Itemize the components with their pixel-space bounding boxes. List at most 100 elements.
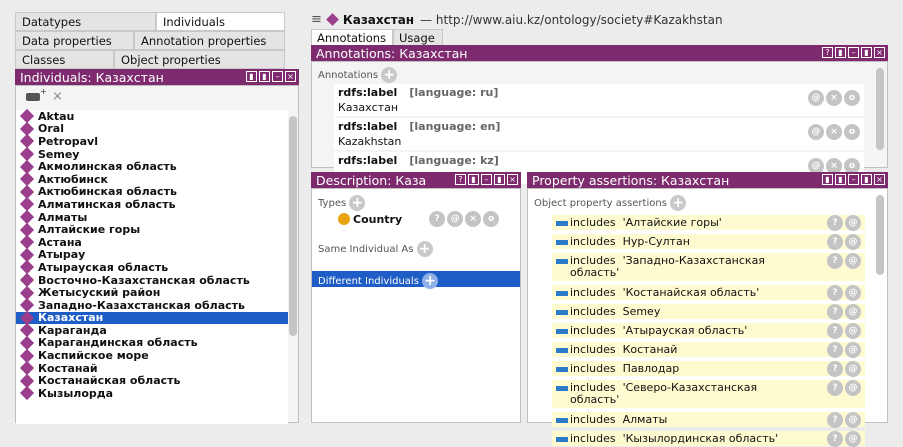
- help-icon[interactable]: ?: [827, 361, 843, 377]
- property-assertion-row[interactable]: includes 'Алтайские горы' ? @: [552, 215, 865, 231]
- add-same-individual-button[interactable]: +: [416, 241, 433, 257]
- help-icon[interactable]: ?: [827, 304, 843, 320]
- property-window-controls[interactable]: ▮ ▮ – ▮ ×: [822, 174, 885, 185]
- annotate-icon[interactable]: @: [845, 304, 861, 320]
- list-item[interactable]: Караганда: [16, 323, 288, 338]
- tab-classes[interactable]: Classes: [15, 50, 114, 69]
- edit-icon[interactable]: o: [483, 211, 500, 227]
- list-item[interactable]: Каспийское море: [16, 348, 288, 363]
- list-item[interactable]: Костанай: [16, 361, 288, 376]
- list-item[interactable]: Костанайская область: [16, 373, 288, 388]
- help-icon[interactable]: ?: [827, 380, 843, 396]
- delete-icon[interactable]: ×: [826, 124, 842, 140]
- annotate-icon[interactable]: @: [845, 342, 861, 358]
- help-icon[interactable]: ?: [429, 211, 446, 227]
- annotate-icon[interactable]: @: [845, 431, 861, 447]
- add-type-button[interactable]: +: [349, 195, 366, 211]
- list-item[interactable]: Атырауская область: [16, 260, 288, 275]
- help-icon[interactable]: ?: [827, 342, 843, 358]
- different-individuals-section[interactable]: Different Individuals +: [312, 271, 520, 289]
- list-item[interactable]: Карагандинская область: [16, 335, 288, 351]
- help-icon[interactable]: ?: [827, 253, 843, 269]
- tab-annotation-properties[interactable]: Annotation properties: [134, 31, 285, 50]
- tab-individuals[interactable]: Individuals: [156, 12, 285, 31]
- individuals-scrollbar[interactable]: [289, 116, 297, 336]
- list-item[interactable]: Жетысуский район: [16, 285, 288, 300]
- help-icon[interactable]: ?: [827, 234, 843, 250]
- property-assertion-row[interactable]: includes Павлодар ? @: [552, 361, 865, 377]
- list-item[interactable]: Казахстан: [16, 310, 288, 325]
- list-item[interactable]: Petropavl: [16, 134, 288, 149]
- menu-icon[interactable]: ≡: [311, 12, 322, 27]
- individuals-panel: + ⨯ Aktau Oral Petropavl Semey Акмолинская о…: [15, 85, 299, 424]
- list-item[interactable]: Актюбинск: [16, 172, 288, 187]
- list-item-label: Атырауская область: [38, 260, 169, 274]
- help-icon[interactable]: ?: [827, 285, 843, 301]
- tab-annotations[interactable]: Annotations: [311, 29, 393, 46]
- property-assertion-row[interactable]: includes 'Костанайская область' ? @: [552, 285, 865, 301]
- list-item[interactable]: Астана: [16, 235, 288, 250]
- delete-individual-icon[interactable]: ⨯: [52, 89, 63, 104]
- list-item[interactable]: Aktau: [16, 109, 288, 124]
- annotate-icon[interactable]: @: [845, 412, 861, 428]
- property-assertion-row[interactable]: includes 'Западно-Казахстанская область' …: [552, 253, 865, 281]
- add-individual-icon[interactable]: [26, 93, 40, 101]
- annotate-icon[interactable]: @: [808, 90, 824, 106]
- property-scrollbar[interactable]: [876, 195, 884, 275]
- property-assertion-row[interactable]: includes 'Северо-Казахстанская область' ?…: [552, 380, 865, 408]
- add-different-individual-button[interactable]: +: [422, 273, 439, 289]
- annotate-icon[interactable]: @: [845, 285, 861, 301]
- property-assertion-row[interactable]: includes Semey ? @: [552, 304, 865, 320]
- edit-icon[interactable]: o: [844, 124, 860, 140]
- list-item[interactable]: Semey: [16, 147, 288, 162]
- annotations-window-controls[interactable]: ? ▮ – ▮ ×: [822, 47, 885, 58]
- object-property-icon: [556, 310, 568, 315]
- annotate-icon[interactable]: @: [845, 215, 861, 231]
- help-icon[interactable]: ?: [827, 431, 843, 447]
- panel-window-controls[interactable]: ▮ ▮ – ×: [246, 71, 296, 82]
- list-item[interactable]: Актюбинская область: [16, 184, 288, 199]
- property-assertion-row[interactable]: includes 'Атырауская область' ? @: [552, 323, 865, 339]
- list-item[interactable]: Акмолинская область: [16, 159, 288, 174]
- list-item[interactable]: Кызылорда: [16, 386, 288, 401]
- property-assertion-row[interactable]: includes Нур-Султан ? @: [552, 234, 865, 250]
- annotate-icon[interactable]: @: [845, 253, 861, 269]
- annotate-icon[interactable]: @: [447, 211, 464, 227]
- assertion-property: includes: [570, 324, 616, 337]
- list-item[interactable]: Восточно-Казахстанская область: [16, 272, 288, 288]
- annotate-icon[interactable]: @: [845, 380, 861, 396]
- list-item[interactable]: Алматинская область: [16, 197, 288, 212]
- object-property-icon: [556, 291, 568, 296]
- description-window-controls[interactable]: ? ▮ – ▮ ×: [455, 174, 518, 185]
- list-item[interactable]: Алтайские горы: [16, 222, 288, 237]
- tab-object-properties[interactable]: Object properties: [114, 50, 285, 69]
- help-icon[interactable]: ?: [827, 215, 843, 231]
- edit-icon[interactable]: o: [844, 90, 860, 106]
- individual-icon: [326, 13, 339, 26]
- help-icon[interactable]: ?: [827, 412, 843, 428]
- individuals-panel-title: Individuals: Казахстан ▮ ▮ – ×: [15, 69, 299, 85]
- property-assertion-row[interactable]: includes 'Кызылординская область' ? @: [552, 431, 865, 447]
- add-annotation-button[interactable]: +: [381, 67, 398, 83]
- annotate-icon[interactable]: @: [845, 323, 861, 339]
- list-item[interactable]: Атырау: [16, 247, 288, 262]
- add-object-property-button[interactable]: +: [670, 195, 687, 211]
- annotate-icon[interactable]: @: [845, 361, 861, 377]
- list-item[interactable]: Алматы: [16, 209, 288, 225]
- delete-icon[interactable]: ×: [465, 211, 482, 227]
- annotate-icon[interactable]: @: [808, 124, 824, 140]
- tab-datatypes[interactable]: Datatypes: [15, 12, 156, 31]
- tab-usage[interactable]: Usage: [393, 29, 443, 46]
- property-assertion-row[interactable]: includes Алматы ? @: [552, 412, 865, 428]
- list-item[interactable]: Oral: [16, 121, 288, 136]
- annotate-icon[interactable]: @: [845, 234, 861, 250]
- property-assertion-row[interactable]: includes Костанай ? @: [552, 342, 865, 358]
- help-icon[interactable]: ?: [827, 323, 843, 339]
- delete-icon[interactable]: ×: [826, 90, 842, 106]
- assertion-value: 'Атырауская область': [622, 324, 748, 337]
- list-item[interactable]: Западно-Казахстанская область: [16, 298, 288, 313]
- annotations-scrollbar[interactable]: [876, 68, 884, 150]
- tab-data-properties[interactable]: Data properties: [15, 31, 134, 50]
- assertion-property: includes: [570, 343, 616, 356]
- individual-icon: [19, 335, 35, 351]
